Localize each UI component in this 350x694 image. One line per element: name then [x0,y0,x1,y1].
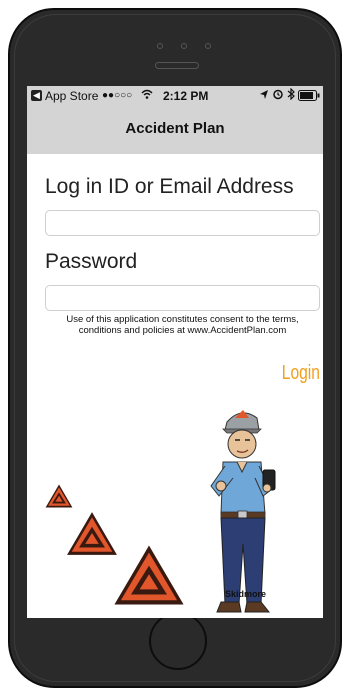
clock-time: 2:12 PM [163,89,209,103]
status-bar: ◀ App Store ●●○○○ 2:12 PM [27,86,323,106]
login-id-label: Log in ID or Email Address [45,175,294,198]
mascot-name-label: Skidmore [225,589,267,599]
navigation-bar: Accident Plan [27,106,323,154]
location-arrow-icon [259,89,269,103]
password-input[interactable] [45,285,320,311]
signal-strength-icon: ●●○○○ [102,90,133,101]
home-button[interactable] [149,612,207,670]
back-app-label[interactable]: App Store [45,89,98,103]
warning-triangle-icon [114,545,184,605]
app-screen: ◀ App Store ●●○○○ 2:12 PM Accident Plan … [27,86,323,618]
earpiece-speaker [155,62,199,69]
camera-dot [157,43,163,49]
page-title: Accident Plan [125,120,225,137]
login-id-input[interactable] [45,210,320,236]
sensor-dot [181,43,187,49]
battery-icon [298,90,320,104]
mascot-illustration [210,410,276,613]
login-button[interactable]: Login [282,362,320,385]
consent-notice: Use of this application constitutes cons… [66,314,299,336]
bluetooth-icon [287,87,295,103]
warning-triangle-icon [45,484,73,508]
back-to-app-icon[interactable]: ◀ [31,90,42,101]
alarm-icon [272,88,284,103]
wifi-icon [141,88,153,103]
warning-triangle-icon [67,512,117,555]
password-label: Password [45,250,138,273]
sensor-dot [205,43,211,49]
